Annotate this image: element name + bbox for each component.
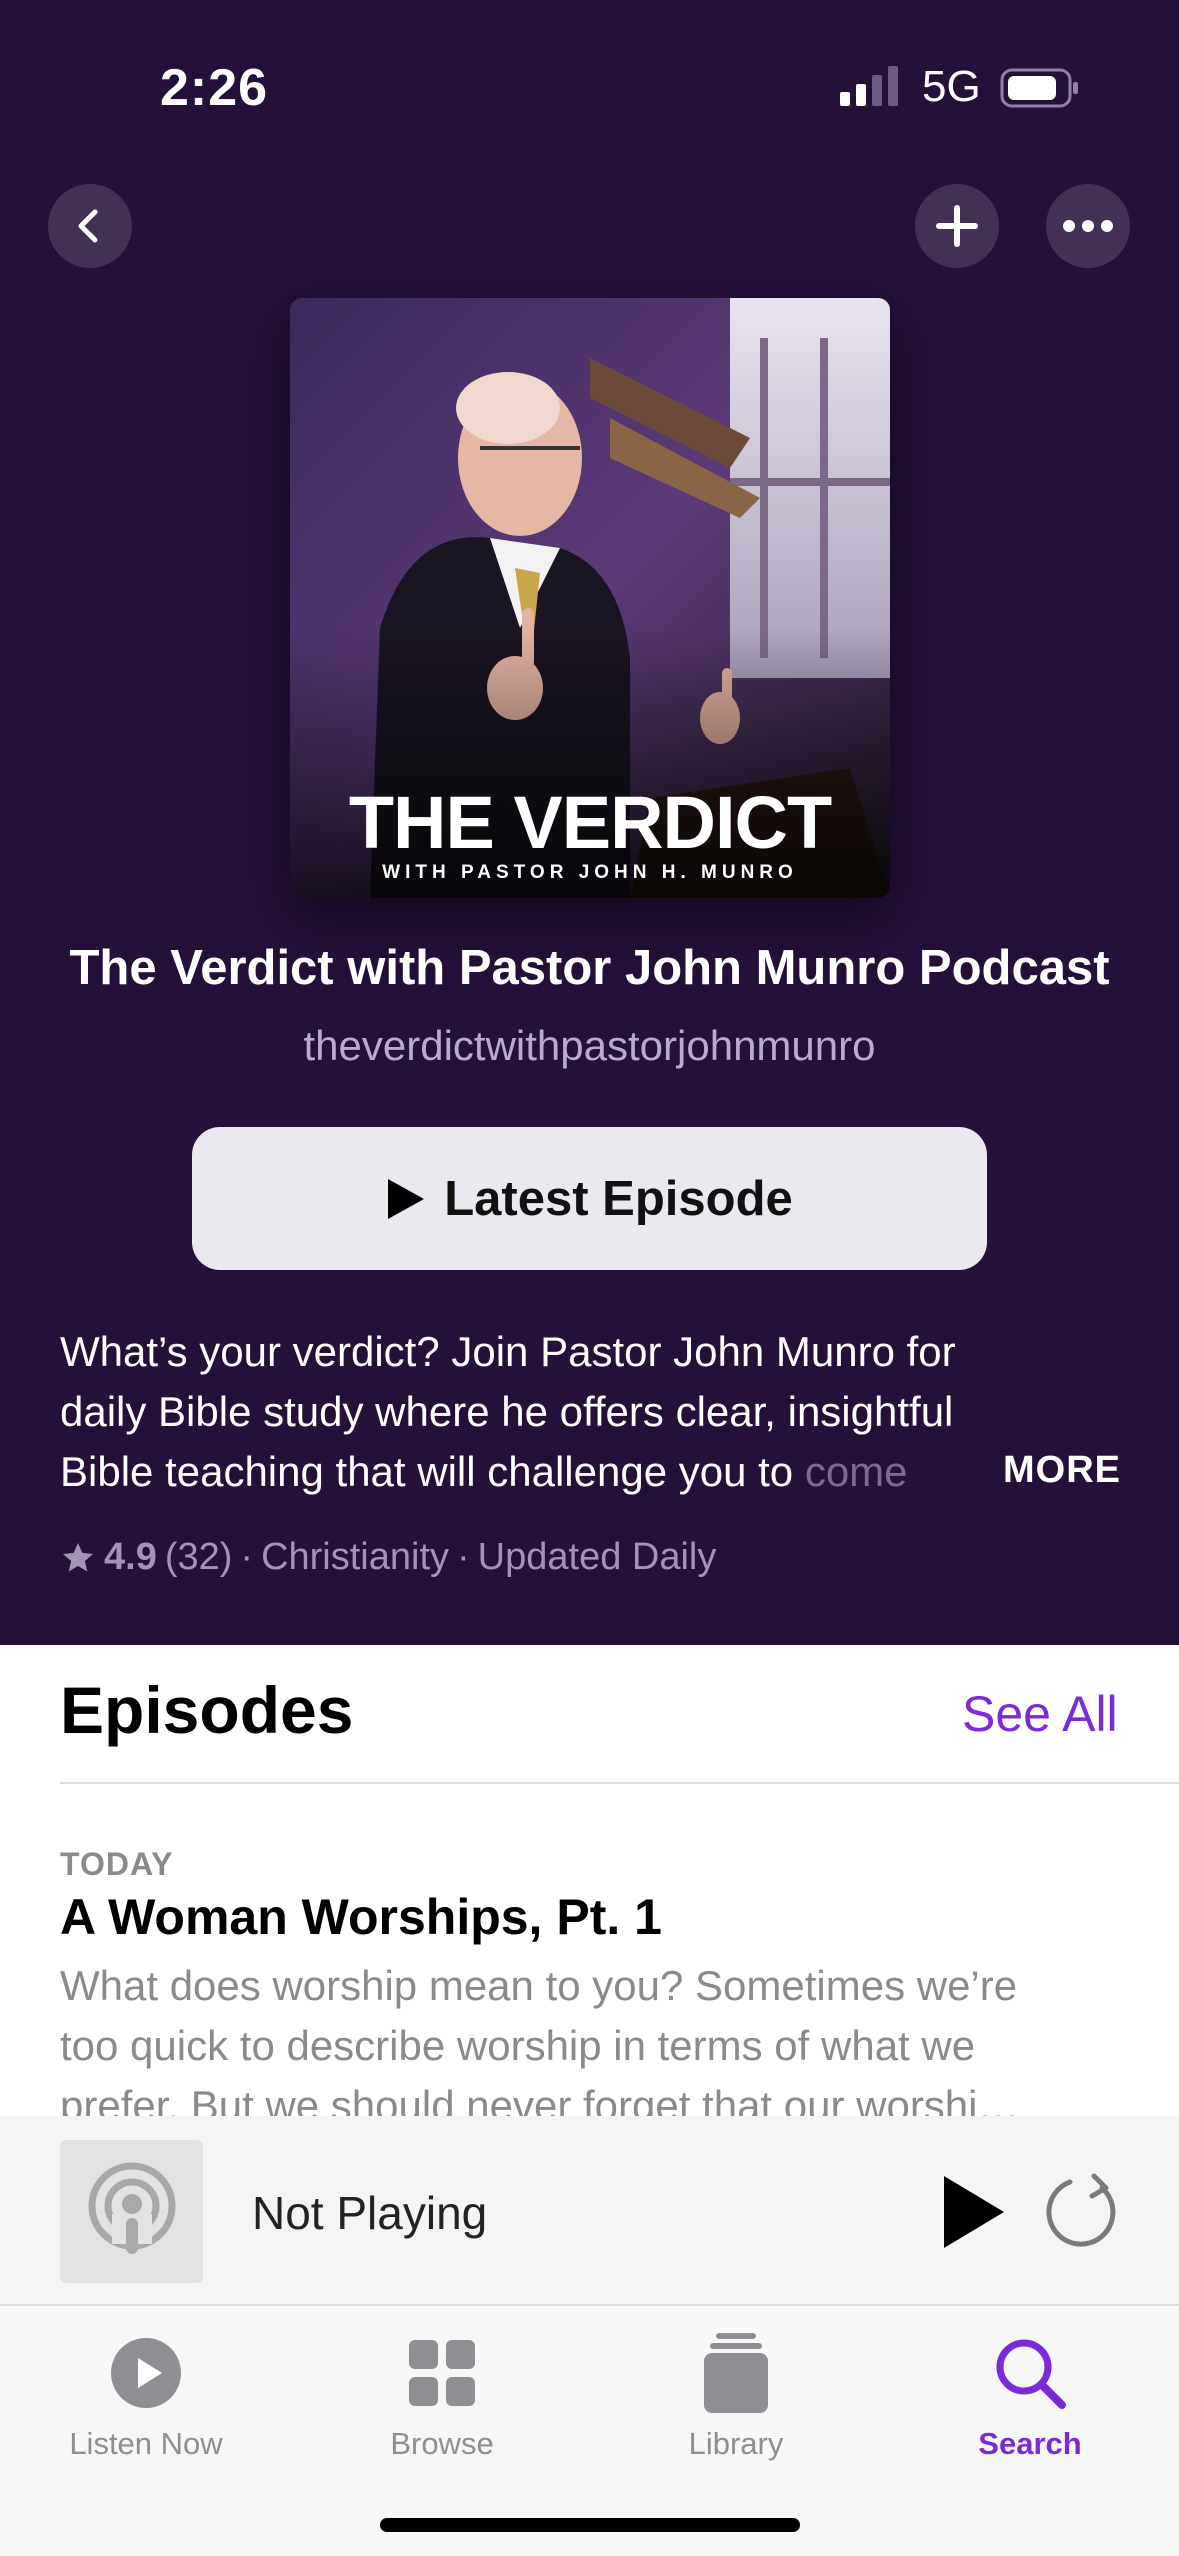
- stack-icon: [704, 2333, 768, 2413]
- tab-label: Browse: [390, 2426, 494, 2461]
- star-icon: [63, 1542, 93, 1571]
- episode-description: What does worship mean to you? Sometimes…: [60, 1962, 1020, 2129]
- ellipsis-icon: [1063, 220, 1113, 232]
- description-line: daily Bible study where he offers clear,…: [60, 1388, 954, 1435]
- podcast-description: What’s your verdict? Join Pastor John Mu…: [60, 1322, 1120, 1502]
- rating-count: (32): [164, 1536, 233, 1578]
- play-circle-icon: [111, 2338, 181, 2408]
- meta-separator: ·: [240, 1536, 254, 1578]
- now-playing-title: Not Playing: [252, 2187, 488, 2239]
- podcasts-icon: [88, 2162, 175, 2254]
- search-icon: [996, 2339, 1066, 2409]
- episode-title: A Woman Worships, Pt. 1: [60, 1889, 662, 1945]
- episodes-heading: Episodes: [60, 1673, 354, 1747]
- latest-episode-label: Latest Episode: [444, 1171, 793, 1226]
- tab-label: Search: [978, 2426, 1082, 2461]
- plus-icon: [936, 205, 978, 247]
- podcast-header: 2:26 5G THE VERDICT WITH PASTOR JOHN H. …: [0, 0, 1179, 1645]
- description-line: Bible teaching that will challenge you t…: [60, 1448, 908, 1495]
- tab-search[interactable]: Search: [910, 2328, 1150, 2462]
- network-type: 5G: [922, 62, 981, 111]
- skip-forward-button[interactable]: [1040, 2168, 1126, 2254]
- back-button[interactable]: [48, 184, 132, 268]
- more-button[interactable]: MORE: [1003, 1449, 1121, 1492]
- podcast-author-link[interactable]: theverdictwithpastorjohnmunro: [0, 1022, 1179, 1070]
- podcast-meta: 4.9 (32) · Christianity · Updated Daily: [60, 1536, 716, 1579]
- meta-separator: ·: [457, 1536, 470, 1578]
- artwork-title: THE VERDICT: [348, 781, 832, 864]
- rating-value: 4.9: [104, 1536, 157, 1578]
- episode-date: TODAY: [60, 1846, 174, 1882]
- description-fade-text: come: [804, 1448, 908, 1495]
- home-indicator[interactable]: [380, 2518, 800, 2532]
- podcast-title: The Verdict with Pastor John Munro Podca…: [69, 941, 1110, 995]
- tab-browse[interactable]: Browse: [322, 2328, 562, 2462]
- see-all-button[interactable]: See All: [962, 1685, 1118, 1743]
- tab-listen-now[interactable]: Listen Now: [26, 2328, 266, 2462]
- cellular-signal-icon: [840, 66, 898, 106]
- artwork-subtitle: WITH PASTOR JOHN H. MUNRO: [382, 862, 798, 883]
- more-options-button[interactable]: [1046, 184, 1130, 268]
- description-line: What’s your verdict? Join Pastor John Mu…: [60, 1328, 956, 1375]
- follow-button[interactable]: [915, 184, 999, 268]
- status-time: 2:26: [160, 59, 269, 117]
- category-link[interactable]: Christianity: [261, 1536, 449, 1579]
- tab-library[interactable]: Library: [616, 2328, 856, 2462]
- update-frequency: Updated Daily: [477, 1536, 717, 1578]
- battery-icon: [1000, 68, 1078, 108]
- play-button[interactable]: [938, 2172, 1008, 2252]
- chevron-left-icon: [78, 209, 98, 243]
- tab-label: Listen Now: [69, 2426, 223, 2461]
- podcast-artwork: THE VERDICT WITH PASTOR JOHN H. MUNRO: [290, 298, 890, 898]
- divider: [60, 1782, 1179, 1784]
- mini-player-artwork: [60, 2140, 203, 2283]
- latest-episode-button[interactable]: Latest Episode: [192, 1127, 987, 1270]
- play-icon: [388, 1178, 425, 1219]
- mini-player[interactable]: Not Playing: [0, 2116, 1179, 2306]
- tab-label: Library: [688, 2426, 784, 2461]
- grid-icon: [409, 2340, 475, 2406]
